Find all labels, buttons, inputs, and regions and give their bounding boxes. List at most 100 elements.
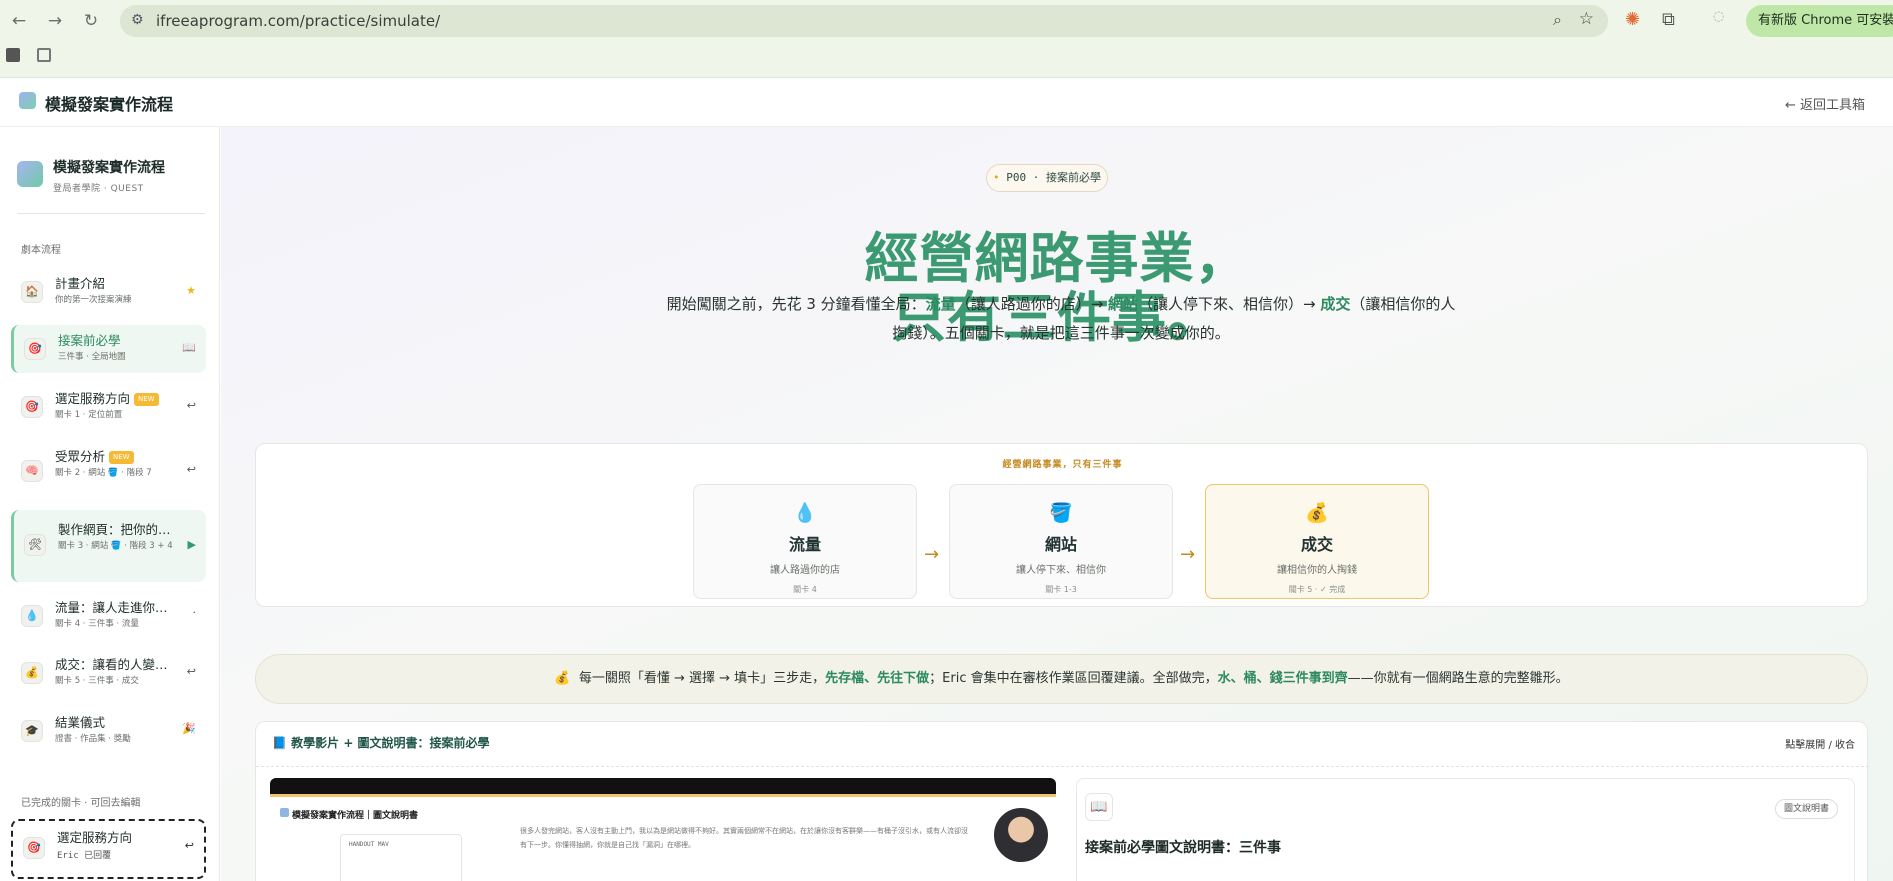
profile-icon[interactable]: ◌ bbox=[1713, 9, 1724, 24]
play-icon: ▶ bbox=[187, 538, 196, 551]
moneybag-icon: 💰 bbox=[554, 671, 571, 686]
three-things-card: 經營網路事業，只有三件事 💧 流量 讓人路過你的店 關卡 4 → 🪣 網站 讓人… bbox=[255, 443, 1868, 607]
sidebar-item-sub: 關卡 3 · 網站 🪣 · 階段 3 + 4 bbox=[58, 541, 173, 551]
sidebar-item-sub: 證書 · 作品集 · 獎勵 bbox=[55, 734, 131, 744]
step-meta: 關卡 5 · ✓ 完成 bbox=[1288, 585, 1346, 594]
presenter-avatar bbox=[992, 806, 1050, 864]
expand-collapse-toggle[interactable]: 點擊展開 / 收合 bbox=[1785, 736, 1855, 751]
new-badge: NEW bbox=[134, 393, 159, 406]
sidebar-item-sub: 關卡 5 · 三件事 · 成交 bbox=[55, 676, 139, 686]
target-icon: 🎯 bbox=[21, 396, 43, 418]
step-website[interactable]: 🪣 網站 讓人停下來、相信你 關卡 1-3 bbox=[949, 484, 1173, 599]
video-logo-icon bbox=[280, 808, 289, 817]
return-icon: ↩ bbox=[186, 399, 196, 412]
step-desc: 讓人停下來、相信你 bbox=[1016, 565, 1106, 576]
sidebar-item-label: 受眾分析 NEW bbox=[55, 446, 134, 465]
sidebar-item-intro[interactable]: 🏠 計畫介紹 你的第一次接案演練 ★ bbox=[11, 268, 206, 316]
sidebar-item-label: 成交：讓看的人變… bbox=[55, 657, 168, 672]
sidebar-item-audience-analysis[interactable]: 🧠 受眾分析 NEW 關卡 2 · 網站 🪣 · 階段 7 ↩ bbox=[11, 441, 206, 501]
star-icon: ★ bbox=[186, 284, 196, 297]
main-content: • P00 · 接案前必學 經營網路事業， 只有三件事。 開始闖關之前，先花 3… bbox=[221, 127, 1893, 881]
tutorial-section-header[interactable]: 📘 教學影片 + 圖文說明書：接案前必學 bbox=[272, 734, 490, 751]
app-logo-icon bbox=[19, 92, 36, 109]
sidebar-item-conversion[interactable]: 💰 成交：讓看的人變… 關卡 5 · 三件事 · 成交 ↩ bbox=[11, 649, 206, 697]
bookmark-app-icon[interactable] bbox=[6, 48, 20, 62]
sidebar-title: 模擬發案實作流程 bbox=[53, 160, 165, 176]
extension-icon[interactable]: ✺ bbox=[1625, 9, 1640, 30]
video-body-text: 很多人發完網站，客人沒有主動上門，我以為是網站做得不夠好。其實兩個網常不在網站，… bbox=[520, 827, 968, 849]
handbook-tag: 圖文說明書 bbox=[1774, 799, 1838, 819]
back-to-toolbox-link[interactable]: ← 返回工具箱 bbox=[1785, 94, 1865, 113]
moneybag-icon: 💰 bbox=[1305, 502, 1329, 524]
sidebar-item-sub: 三件事 · 全局地圖 bbox=[58, 352, 126, 362]
puzzle-icon[interactable]: ⧉ bbox=[1662, 9, 1675, 30]
reload-icon[interactable]: ↻ bbox=[81, 11, 101, 31]
sidebar-subtitle: 登局者學院 · QUEST bbox=[53, 184, 144, 194]
address-bar[interactable]: ⚙ ifreeaprogram.com/practice/simulate/ ⌕… bbox=[120, 5, 1608, 37]
dot-icon: · bbox=[192, 606, 197, 619]
sidebar-item-label: 選定服務方向 NEW bbox=[55, 388, 159, 407]
arrow-right-icon: → bbox=[1180, 544, 1196, 565]
step-desc: 讓相信你的人掏錢 bbox=[1277, 565, 1357, 576]
step-conversion[interactable]: 💰 成交 讓相信你的人掏錢 關卡 5 · ✓ 完成 bbox=[1205, 484, 1429, 599]
sidebar-item-build-webpage[interactable]: 🛠 製作網頁：把你的… 關卡 3 · 網站 🪣 · 階段 3 + 4 ▶ bbox=[11, 510, 206, 582]
tools-icon: 🛠 bbox=[24, 534, 46, 556]
bookmark-star-icon[interactable]: ☆ bbox=[1579, 9, 1594, 29]
book-icon: 📖 bbox=[182, 341, 196, 354]
return-icon: ↩ bbox=[184, 839, 194, 852]
app-header: 模擬發案實作流程 ← 返回工具箱 bbox=[0, 79, 1893, 127]
droplet-icon: 💧 bbox=[21, 605, 43, 627]
completed-item-service-direction[interactable]: 🎯 選定服務方向 Eric 已回覆 ↩ bbox=[11, 819, 206, 879]
zoom-icon[interactable]: ⌕ bbox=[1553, 10, 1562, 30]
sidebar-item-sub: 關卡 2 · 網站 🪣 · 階段 7 bbox=[55, 468, 152, 478]
app-title: 模擬發案實作流程 bbox=[45, 95, 174, 114]
brain-icon: 🧠 bbox=[21, 460, 43, 482]
three-things-caption: 經營網路事業，只有三件事 bbox=[1002, 460, 1123, 470]
step-desc: 讓人路過你的店 bbox=[770, 565, 840, 576]
sidebar-item-label: 接案前必學 bbox=[58, 333, 121, 348]
book-open-icon: 📖 bbox=[1085, 793, 1113, 821]
video-title: 模擬發案實作流程｜圖文說明書 bbox=[292, 811, 419, 821]
tip-banner: 💰 每一關照「看懂 → 選擇 → 填卡」三步走，先存檔、先往下做；Eric 會集… bbox=[255, 654, 1868, 704]
sidebar: 模擬發案實作流程 登局者學院 · QUEST 劇本流程 🏠 計畫介紹 你的第一次… bbox=[0, 127, 220, 881]
new-badge: NEW bbox=[109, 451, 134, 464]
apps-grid-icon[interactable] bbox=[37, 48, 51, 62]
tutorial-video[interactable]: 模擬發案實作流程｜圖文說明書 HANDOUT MAV 很多人發完網站，客人沒有主… bbox=[270, 778, 1056, 881]
sidebar-item-label: 製作網頁：把你的… bbox=[58, 522, 171, 537]
sidebar-item-traffic[interactable]: 💧 流量：讓人走進你… 關卡 4 · 三件事 · 流量 · bbox=[11, 592, 206, 640]
sidebar-item-sub: 關卡 1 · 定位前置 bbox=[55, 410, 123, 420]
step-traffic[interactable]: 💧 流量 讓人路過你的店 關卡 4 bbox=[693, 484, 917, 599]
completed-levels-label: 已完成的關卡 · 可回去編輯 bbox=[21, 798, 141, 809]
back-arrow-icon[interactable]: ← bbox=[9, 11, 29, 31]
completed-item-sub: Eric 已回覆 bbox=[57, 851, 112, 861]
moneybag-icon: 💰 bbox=[21, 662, 43, 684]
site-settings-icon[interactable]: ⚙ bbox=[131, 12, 144, 28]
step-title: 成交 bbox=[1300, 535, 1333, 554]
return-icon: ↩ bbox=[186, 463, 196, 476]
level-name: 接案前必學 bbox=[1046, 171, 1101, 184]
target-icon: 🎯 bbox=[24, 338, 46, 360]
graduation-cap-icon: 🎓 bbox=[21, 720, 43, 742]
sidebar-item-prerequisites[interactable]: 🎯 接案前必學 三件事 · 全局地圖 📖 bbox=[11, 325, 206, 373]
bucket-icon: 🪣 bbox=[1049, 502, 1073, 524]
return-icon: ↩ bbox=[186, 665, 196, 678]
browser-chrome: ← → ↻ ⚙ ifreeaprogram.com/practice/simul… bbox=[0, 0, 1893, 78]
sidebar-item-label: 結業儀式 bbox=[55, 715, 106, 730]
forward-arrow-icon[interactable]: → bbox=[45, 11, 65, 31]
sidebar-section-label: 劇本流程 bbox=[21, 245, 61, 256]
completed-item-label: 選定服務方向 bbox=[57, 830, 133, 845]
level-pill: • P00 · 接案前必學 bbox=[986, 164, 1108, 192]
chrome-update-button[interactable]: 有新版 Chrome 可安裝 bbox=[1746, 5, 1893, 37]
dot-icon: • bbox=[993, 171, 1000, 184]
sidebar-item-graduation[interactable]: 🎓 結業儀式 證書 · 作品集 · 獎勵 🎉 bbox=[11, 707, 206, 755]
sidebar-divider bbox=[17, 213, 205, 214]
sidebar-item-sub: 關卡 4 · 三件事 · 流量 bbox=[55, 619, 139, 629]
sidebar-item-label: 計畫介紹 bbox=[55, 276, 106, 291]
url-text[interactable]: ifreeaprogram.com/practice/simulate/ bbox=[156, 12, 440, 30]
sidebar-item-sub: 你的第一次接案演練 bbox=[55, 295, 132, 305]
handbook-title: 接案前必學圖文說明書：三件事 bbox=[1085, 840, 1281, 856]
sidebar-item-service-direction[interactable]: 🎯 選定服務方向 NEW 關卡 1 · 定位前置 ↩ bbox=[11, 383, 206, 431]
video-frame: 模擬發案實作流程｜圖文說明書 HANDOUT MAV 很多人發完網站，客人沒有主… bbox=[270, 794, 1056, 881]
handbook-card[interactable]: 📖 圖文說明書 接案前必學圖文說明書：三件事 bbox=[1076, 778, 1855, 881]
arrow-right-icon: → bbox=[924, 544, 940, 565]
